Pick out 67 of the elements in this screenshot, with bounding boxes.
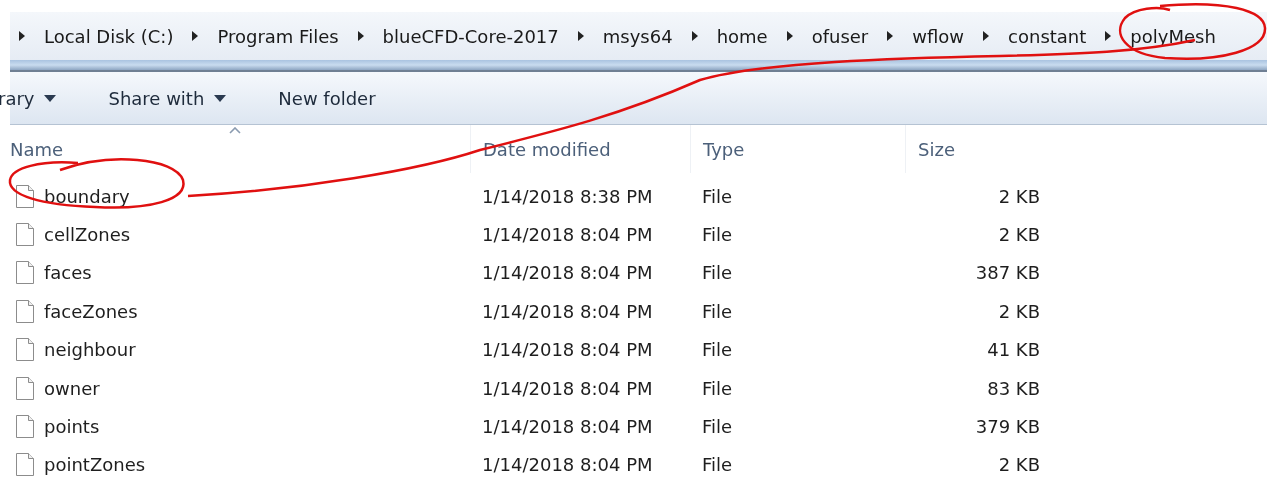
- file-name[interactable]: points: [44, 416, 100, 438]
- date-cell-text: 1/14/2018 8:04 PM: [481, 224, 654, 246]
- dropdown-button[interactable]: rary: [0, 87, 57, 109]
- size-cell-text: 2 KB: [997, 224, 1041, 246]
- file-name[interactable]: owner: [44, 377, 100, 399]
- file-name[interactable]: pointZones: [44, 454, 146, 476]
- caret-icon: [214, 94, 227, 102]
- date-cell-text: 1/14/2018 8:04 PM: [481, 454, 654, 476]
- type-cell-text: File: [701, 377, 734, 399]
- file-name[interactable]: faceZones: [44, 300, 138, 322]
- arrow-icon: [576, 30, 585, 42]
- breadcrumb-item[interactable]: Program Files: [215, 23, 341, 49]
- type-cell-text: File: [701, 339, 734, 361]
- breadcrumb-item[interactable]: wflow: [910, 23, 967, 49]
- column-header[interactable]: Size: [905, 125, 1050, 173]
- file-icon: [16, 415, 34, 439]
- arrow-icon: [191, 30, 200, 42]
- date-cell-text: 1/14/2018 8:04 PM: [481, 377, 654, 399]
- size-cell-text: 83 KB: [986, 377, 1041, 399]
- arrow-icon: [18, 30, 26, 42]
- sort-ascending-icon: [229, 127, 241, 134]
- file-icon: [16, 261, 34, 285]
- type-cell-text: File: [701, 262, 734, 284]
- file-icon: [16, 223, 34, 247]
- size-cell-text: 387 KB: [974, 262, 1041, 284]
- date-cell-text: 1/14/2018 8:04 PM: [481, 300, 654, 322]
- file-name[interactable]: cellZones: [44, 224, 131, 246]
- type-cell-text: File: [701, 224, 734, 246]
- column-header[interactable]: Type: [690, 125, 905, 173]
- date-cell-text: 1/14/2018 8:38 PM: [481, 185, 654, 207]
- file-name[interactable]: boundary: [44, 185, 130, 207]
- size-cell-text: 2 KB: [997, 454, 1041, 476]
- size-cell-text: 2 KB: [997, 185, 1041, 207]
- type-cell-text: File: [701, 454, 734, 476]
- arrow-icon: [1104, 30, 1113, 42]
- file-icon: [16, 299, 34, 323]
- breadcrumb-item[interactable]: ofuser: [809, 23, 871, 49]
- file-name[interactable]: neighbour: [44, 339, 136, 361]
- arrow-icon: [356, 30, 365, 42]
- breadcrumb-item[interactable]: constant: [1006, 23, 1089, 49]
- breadcrumb-item[interactable]: polyMesh: [1128, 23, 1218, 49]
- size-cell-text: 41 KB: [986, 339, 1041, 361]
- file-name[interactable]: faces: [44, 262, 92, 284]
- type-cell-text: File: [701, 416, 734, 438]
- date-cell-text: 1/14/2018 8:04 PM: [481, 339, 654, 361]
- file-icon: [16, 338, 34, 362]
- size-cell-text: 2 KB: [997, 300, 1041, 322]
- breadcrumb-item[interactable]: home: [714, 23, 770, 49]
- breadcrumb-item[interactable]: Local Disk (C:): [42, 23, 176, 49]
- arrow-icon: [690, 30, 699, 42]
- breadcrumb-item[interactable]: blueCFD-Core-2017: [380, 23, 561, 49]
- arrow-icon: [886, 30, 895, 42]
- column-header[interactable]: Name: [0, 125, 470, 173]
- column-header[interactable]: Date modified: [470, 125, 690, 173]
- type-cell-text: File: [701, 185, 734, 207]
- size-cell-text: 379 KB: [974, 416, 1041, 438]
- breadcrumb-item[interactable]: msys64: [600, 23, 675, 49]
- caret-icon: [44, 94, 57, 102]
- type-cell-text: File: [701, 300, 734, 322]
- arrow-icon: [982, 30, 991, 42]
- arrow-icon: [785, 30, 794, 42]
- date-cell-text: 1/14/2018 8:04 PM: [481, 416, 654, 438]
- toolbar-button[interactable]: New folder: [278, 87, 376, 109]
- date-cell-text: 1/14/2018 8:04 PM: [481, 262, 654, 284]
- file-icon: [16, 376, 34, 400]
- file-icon: [16, 453, 34, 477]
- dropdown-button[interactable]: Share with: [108, 87, 227, 109]
